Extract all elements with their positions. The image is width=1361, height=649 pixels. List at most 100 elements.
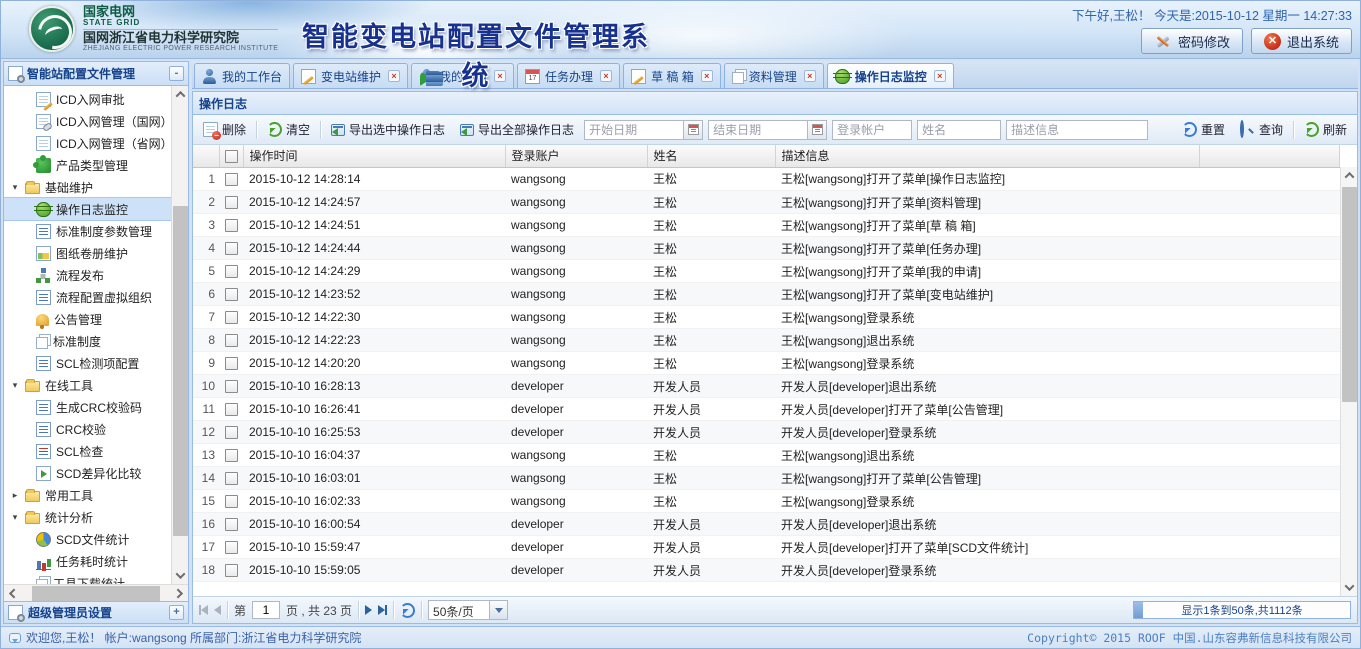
sidebar-horizontal-scrollbar[interactable] bbox=[4, 584, 188, 601]
scroll-right-icon[interactable] bbox=[171, 585, 188, 602]
start-date-input[interactable] bbox=[584, 120, 684, 140]
tree-expander-icon[interactable]: ▾ bbox=[10, 182, 20, 193]
row-checkbox[interactable] bbox=[225, 334, 238, 347]
row-checkbox[interactable] bbox=[225, 380, 238, 393]
table-row[interactable]: 52015-10-12 14:24:29wangsong王松王松[wangson… bbox=[193, 260, 1340, 283]
table-row[interactable]: 12015-10-12 14:28:14wangsong王松王松[wangson… bbox=[193, 168, 1340, 191]
row-checkbox[interactable] bbox=[225, 449, 238, 462]
name-input[interactable] bbox=[917, 120, 1001, 140]
row-checkbox[interactable] bbox=[225, 564, 238, 577]
sidebar-item-在线工具[interactable]: ▾在线工具 bbox=[4, 374, 171, 396]
sidebar-item-ICD入网管理（国网）[interactable]: ICD入网管理（国网） bbox=[4, 110, 171, 132]
sidebar-item-标准制度[interactable]: 标准制度 bbox=[4, 330, 171, 352]
expand-button[interactable]: + bbox=[169, 605, 184, 620]
column-header-登录账户[interactable]: 登录账户 bbox=[505, 145, 647, 167]
table-row[interactable]: 182015-10-10 15:59:05developer开发人员开发人员[d… bbox=[193, 559, 1340, 582]
tab-my-workbench[interactable]: 我的工作台 bbox=[194, 63, 290, 88]
table-row[interactable]: 122015-10-10 16:25:53developer开发人员开发人员[d… bbox=[193, 421, 1340, 444]
page-size-combo[interactable]: 50条/页 bbox=[428, 600, 508, 620]
logout-button[interactable]: ✕ 退出系统 bbox=[1251, 28, 1352, 54]
select-all-checkbox[interactable] bbox=[225, 150, 238, 163]
table-row[interactable]: 172015-10-10 15:59:47developer开发人员开发人员[d… bbox=[193, 536, 1340, 559]
sidebar-item-公告管理[interactable]: 公告管理 bbox=[4, 308, 171, 330]
scroll-left-icon[interactable] bbox=[4, 585, 21, 602]
next-page-button[interactable] bbox=[365, 605, 372, 615]
tab-close-icon[interactable]: × bbox=[804, 70, 816, 82]
row-checkbox[interactable] bbox=[225, 196, 238, 209]
row-checkbox[interactable] bbox=[225, 403, 238, 416]
row-checkbox[interactable] bbox=[225, 219, 238, 232]
row-checkbox[interactable] bbox=[225, 541, 238, 554]
chevron-down-icon[interactable] bbox=[490, 600, 508, 620]
change-password-button[interactable]: 密码修改 bbox=[1141, 28, 1243, 54]
sidebar-item-ICD入网管理（省网）[interactable]: ICD入网管理（省网） bbox=[4, 132, 171, 154]
table-row[interactable]: 42015-10-12 14:24:44wangsong王松王松[wangson… bbox=[193, 237, 1340, 260]
sidebar-hscroll-thumb[interactable] bbox=[32, 586, 160, 601]
table-row[interactable]: 132015-10-10 16:04:37wangsong王松王松[wangso… bbox=[193, 444, 1340, 467]
row-checkbox[interactable] bbox=[225, 426, 238, 439]
sidebar-item-流程配置虚拟组织[interactable]: 流程配置虚拟组织 bbox=[4, 286, 171, 308]
tree-expander-icon[interactable]: ▾ bbox=[10, 512, 20, 523]
row-checkbox[interactable] bbox=[225, 357, 238, 370]
sidebar-item-SCD差异化比较[interactable]: SCD差异化比较 bbox=[4, 462, 171, 484]
reload-icon[interactable] bbox=[400, 603, 415, 618]
sidebar-item-操作日志监控[interactable]: 操作日志监控 bbox=[4, 198, 171, 220]
query-button[interactable]: 查询 bbox=[1235, 118, 1288, 141]
sidebar-scroll-thumb[interactable] bbox=[173, 206, 188, 536]
sidebar-item-生成CRC校验码[interactable]: 生成CRC校验码 bbox=[4, 396, 171, 418]
row-checkbox[interactable] bbox=[225, 173, 238, 186]
tree-expander-icon[interactable]: ▾ bbox=[10, 380, 20, 391]
row-checkbox[interactable] bbox=[225, 495, 238, 508]
scroll-down-icon[interactable] bbox=[172, 567, 189, 584]
scroll-up-icon[interactable] bbox=[1341, 167, 1358, 184]
row-checkbox[interactable] bbox=[225, 518, 238, 531]
table-row[interactable]: 142015-10-10 16:03:01wangsong王松王松[wangso… bbox=[193, 467, 1340, 490]
description-input[interactable] bbox=[1006, 120, 1148, 140]
tree-expander-icon[interactable]: ▸ bbox=[10, 490, 20, 501]
sidebar-item-流程发布[interactable]: 流程发布 bbox=[4, 264, 171, 286]
row-checkbox[interactable] bbox=[225, 265, 238, 278]
grid-vertical-scrollbar[interactable] bbox=[1340, 167, 1357, 596]
table-row[interactable]: 152015-10-10 16:02:33wangsong王松王松[wangso… bbox=[193, 490, 1340, 513]
tab-close-icon[interactable]: × bbox=[934, 70, 946, 82]
refresh-button[interactable]: 刷新 bbox=[1299, 118, 1352, 141]
table-row[interactable]: 112015-10-10 16:26:41developer开发人员开发人员[d… bbox=[193, 398, 1340, 421]
prev-page-button[interactable] bbox=[214, 605, 221, 615]
table-row[interactable]: 162015-10-10 16:00:54developer开发人员开发人员[d… bbox=[193, 513, 1340, 536]
scroll-down-icon[interactable] bbox=[1341, 579, 1358, 596]
row-checkbox[interactable] bbox=[225, 472, 238, 485]
table-row[interactable]: 82015-10-12 14:22:23wangsong王松王松[wangson… bbox=[193, 329, 1340, 352]
sidebar-item-常用工具[interactable]: ▸常用工具 bbox=[4, 484, 171, 506]
export-all-button[interactable]: 导出全部操作日志 bbox=[455, 118, 579, 141]
row-checkbox[interactable] bbox=[225, 242, 238, 255]
tab-document-management[interactable]: 资料管理× bbox=[724, 63, 824, 88]
sidebar-accordion-header[interactable]: 智能站配置文件管理 - bbox=[4, 62, 188, 86]
reset-button[interactable]: 重置 bbox=[1177, 118, 1230, 141]
table-row[interactable]: 22015-10-12 14:24:57wangsong王松王松[wangson… bbox=[193, 191, 1340, 214]
end-date-input[interactable] bbox=[708, 120, 808, 140]
row-checkbox[interactable] bbox=[225, 288, 238, 301]
sidebar-item-统计分析[interactable]: ▾统计分析 bbox=[4, 506, 171, 528]
calendar-icon[interactable] bbox=[808, 120, 827, 140]
sidebar-item-基础维护[interactable]: ▾基础维护 bbox=[4, 176, 171, 198]
sidebar-item-图纸卷册维护[interactable]: 图纸卷册维护 bbox=[4, 242, 171, 264]
export-selected-button[interactable]: 导出选中操作日志 bbox=[326, 118, 450, 141]
sidebar-item-任务耗时统计[interactable]: 任务耗时统计 bbox=[4, 550, 171, 572]
table-row[interactable]: 62015-10-12 14:23:52wangsong王松王松[wangson… bbox=[193, 283, 1340, 306]
column-header-姓名[interactable]: 姓名 bbox=[647, 145, 775, 167]
column-header-描述信息[interactable]: 描述信息 bbox=[775, 145, 1199, 167]
sidebar-item-标准制度参数管理[interactable]: 标准制度参数管理 bbox=[4, 220, 171, 242]
tab-close-icon[interactable]: × bbox=[701, 70, 713, 82]
page-number-input[interactable] bbox=[252, 601, 280, 619]
sidebar-item-CRC校验[interactable]: CRC校验 bbox=[4, 418, 171, 440]
sidebar-item-产品类型管理[interactable]: 产品类型管理 bbox=[4, 154, 171, 176]
row-checkbox[interactable] bbox=[225, 311, 238, 324]
last-page-button[interactable] bbox=[378, 605, 387, 615]
scroll-up-icon[interactable] bbox=[172, 86, 189, 103]
table-row[interactable]: 72015-10-12 14:22:30wangsong王松王松[wangson… bbox=[193, 306, 1340, 329]
sidebar-item-SCD文件统计[interactable]: SCD文件统计 bbox=[4, 528, 171, 550]
sidebar-item-SCL检查[interactable]: SCL检查 bbox=[4, 440, 171, 462]
sidebar-item-工具下载统计[interactable]: 工具下载统计 bbox=[4, 572, 171, 584]
calendar-icon[interactable] bbox=[684, 120, 703, 140]
grid-scroll-thumb[interactable] bbox=[1342, 187, 1357, 402]
